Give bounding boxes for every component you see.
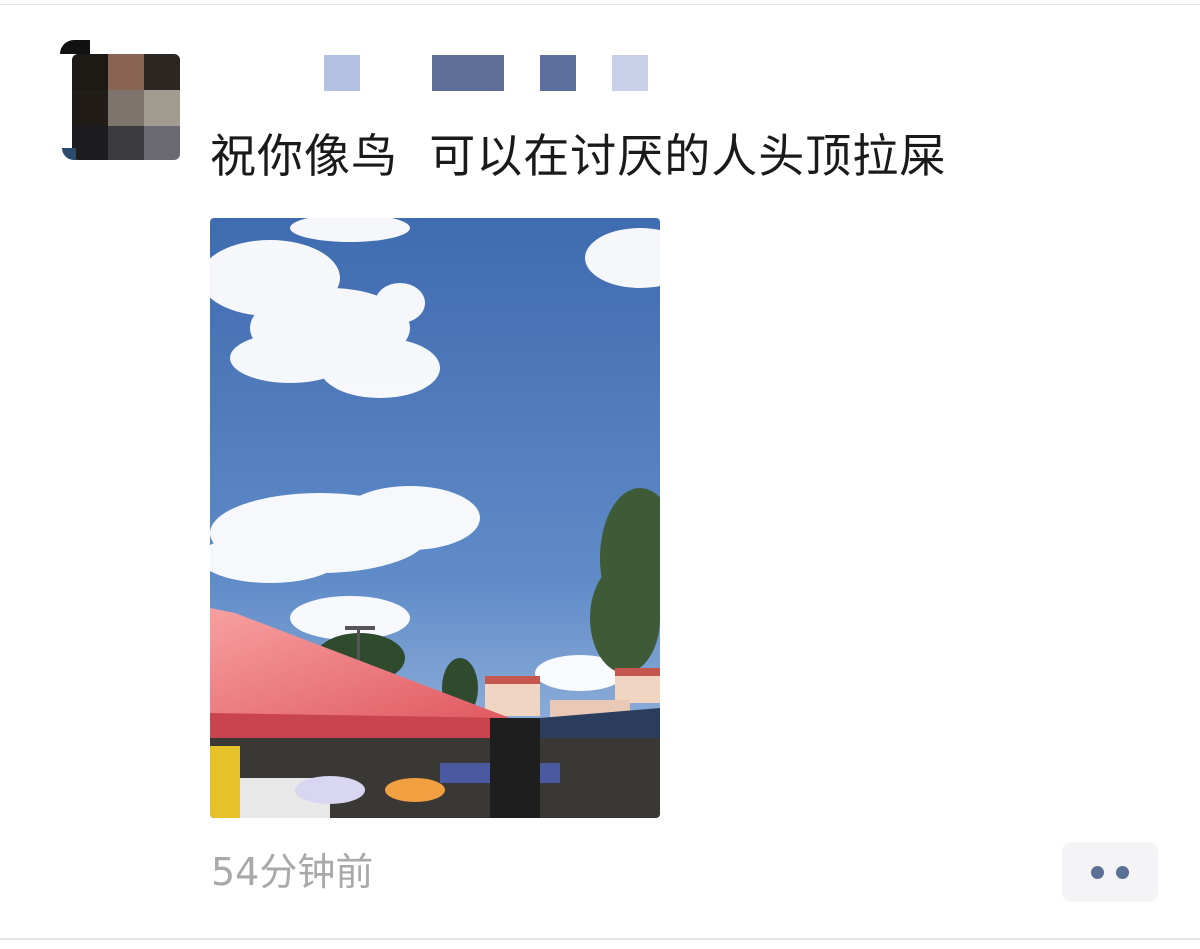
name-mosaic-block bbox=[540, 55, 576, 91]
avatar-mosaic-cell bbox=[108, 126, 144, 160]
more-dots-icon bbox=[1091, 866, 1104, 879]
avatar-mosaic-cell bbox=[72, 126, 108, 160]
avatar-mosaic-cell bbox=[144, 90, 180, 126]
avatar-shadow bbox=[62, 148, 76, 160]
photo-sky-market bbox=[210, 218, 660, 818]
more-dots-icon bbox=[1116, 866, 1129, 879]
top-divider bbox=[0, 4, 1200, 5]
bottom-divider bbox=[0, 938, 1200, 940]
more-actions-button[interactable] bbox=[1062, 842, 1158, 902]
avatar-ear bbox=[60, 40, 90, 54]
name-mosaic-block bbox=[432, 55, 504, 91]
post-timestamp: 54分钟前 bbox=[211, 850, 374, 894]
author-name-mosaic[interactable] bbox=[212, 55, 672, 91]
name-mosaic-block bbox=[324, 55, 360, 91]
avatar-mosaic-cell bbox=[72, 90, 108, 126]
post-photo[interactable] bbox=[210, 218, 660, 818]
avatar-mosaic-cell bbox=[108, 90, 144, 126]
post-text: 祝你像鸟 可以在讨厌的人头顶拉屎 bbox=[210, 129, 947, 183]
avatar-mosaic-cell bbox=[144, 126, 180, 160]
avatar-mosaic-cell bbox=[72, 54, 108, 90]
avatar-mosaic-cell bbox=[108, 54, 144, 90]
avatar[interactable] bbox=[72, 54, 180, 160]
avatar-mosaic-cell bbox=[144, 54, 180, 90]
name-mosaic-block bbox=[612, 55, 648, 91]
moments-post: 祝你像鸟 可以在讨厌的人头顶拉屎 54分钟前 bbox=[0, 0, 1200, 949]
